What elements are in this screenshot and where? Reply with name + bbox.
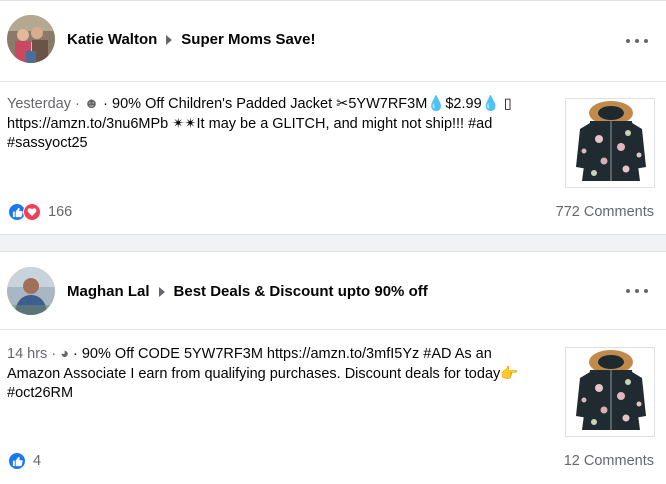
avatar[interactable] [7,15,55,63]
product-thumbnail[interactable] [565,98,655,188]
post-header-title: Maghan Lal Best Deals & Discount upto 90… [67,283,428,300]
product-thumbnail[interactable] [565,347,655,437]
group-name[interactable]: Super Moms Save! [181,31,315,48]
post-card: Maghan Lal Best Deals & Discount upto 90… [0,251,666,484]
post-text-line: Amazon Associate I earn from qualifying … [7,365,519,382]
more-options-icon[interactable] [626,33,648,49]
dot-separator: · [75,96,80,112]
dot-separator: · [51,346,57,362]
post-text: Yesterday · ☻ · 90% Off Children's Padde… [7,95,537,154]
like-icon [8,452,26,470]
post-text-line: · 90% Off CODE 5YW7RF3M https://amzn.to/… [68,346,492,362]
post-text-line: https://amzn.to/3nu6MPb ✴✴It may be a GL… [7,115,493,132]
avatar[interactable] [7,267,55,315]
post-text-line: · 90% Off Children's Padded Jacket ✂5YW7… [99,96,512,112]
more-options-icon[interactable] [626,283,648,299]
comments-count[interactable]: 772 Comments [556,204,654,220]
post-card: Katie Walton Super Moms Save! Yesterday … [0,0,666,235]
comments-count[interactable]: 12 Comments [564,453,654,469]
post-header-title: Katie Walton Super Moms Save! [67,31,316,48]
arrow-right-icon [158,286,165,297]
post-header: Maghan Lal Best Deals & Discount upto 90… [0,252,666,330]
group-name[interactable]: Best Deals & Discount upto 90% off [174,283,428,300]
author-name[interactable]: Katie Walton [67,31,157,48]
post-header: Katie Walton Super Moms Save! [0,1,666,82]
arrow-right-icon [166,34,173,45]
love-icon [23,203,41,221]
reaction-count: 4 [33,453,42,469]
friends-icon: ☻ [83,96,100,112]
reactions-summary[interactable]: 166 [8,203,72,221]
reactions-summary[interactable]: 4 [8,452,41,470]
reaction-count: 166 [48,204,73,220]
author-name[interactable]: Maghan Lal [67,283,150,300]
timestamp[interactable]: 14 hrs [7,346,47,362]
globe-icon: ◕ [60,346,69,362]
timestamp[interactable]: Yesterday [7,96,71,112]
post-text-line: #oct26RM [7,385,74,401]
post-text: 14 hrs · ◕ · 90% Off CODE 5YW7RF3M https… [7,345,537,404]
post-text-line: #sassyoct25 [7,135,88,151]
